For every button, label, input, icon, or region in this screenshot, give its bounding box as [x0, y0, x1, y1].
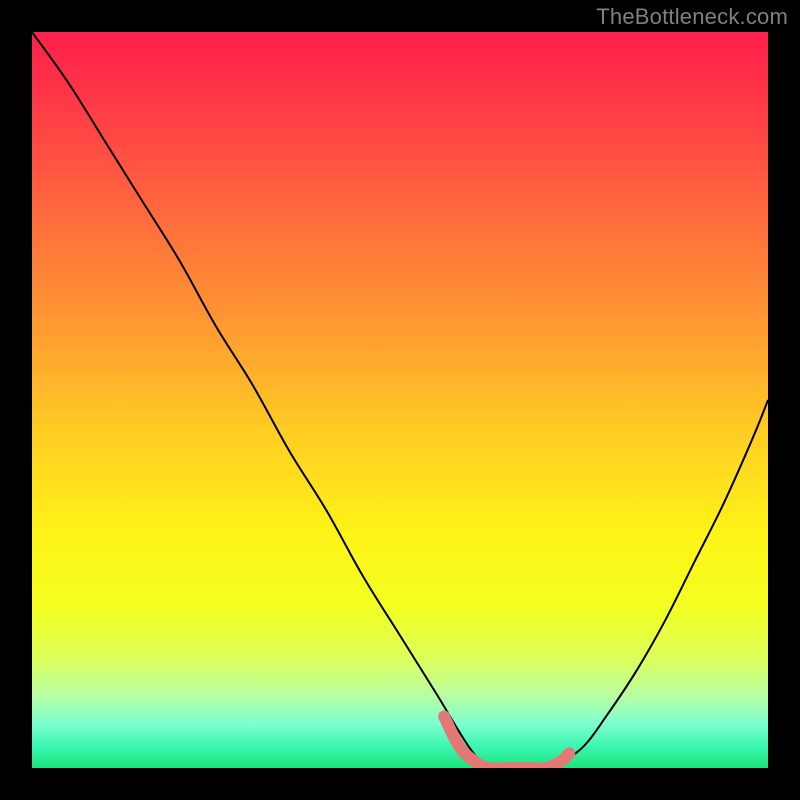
plot-curves [32, 32, 768, 768]
highlight-band [444, 716, 569, 768]
chart-container: TheBottleneck.com [0, 0, 800, 800]
bottleneck-curve [32, 32, 768, 768]
plot-frame [32, 32, 768, 768]
watermark-text: TheBottleneck.com [596, 4, 788, 30]
